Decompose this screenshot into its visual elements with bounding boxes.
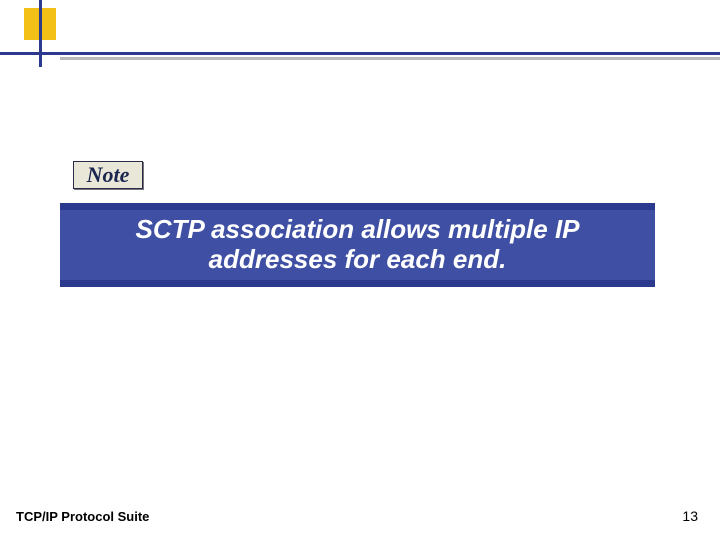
page-number: 13 [682, 508, 698, 524]
slide-header-graphic [0, 0, 720, 75]
footer-title: TCP/IP Protocol Suite [16, 509, 149, 524]
note-callout-box: SCTP association allows multiple IP addr… [60, 203, 655, 287]
gray-bar-decoration [60, 57, 720, 60]
note-label: Note [73, 161, 143, 189]
vertical-rule [39, 0, 42, 67]
note-text: SCTP association allows multiple IP addr… [78, 214, 637, 274]
horizontal-rule [0, 52, 720, 55]
